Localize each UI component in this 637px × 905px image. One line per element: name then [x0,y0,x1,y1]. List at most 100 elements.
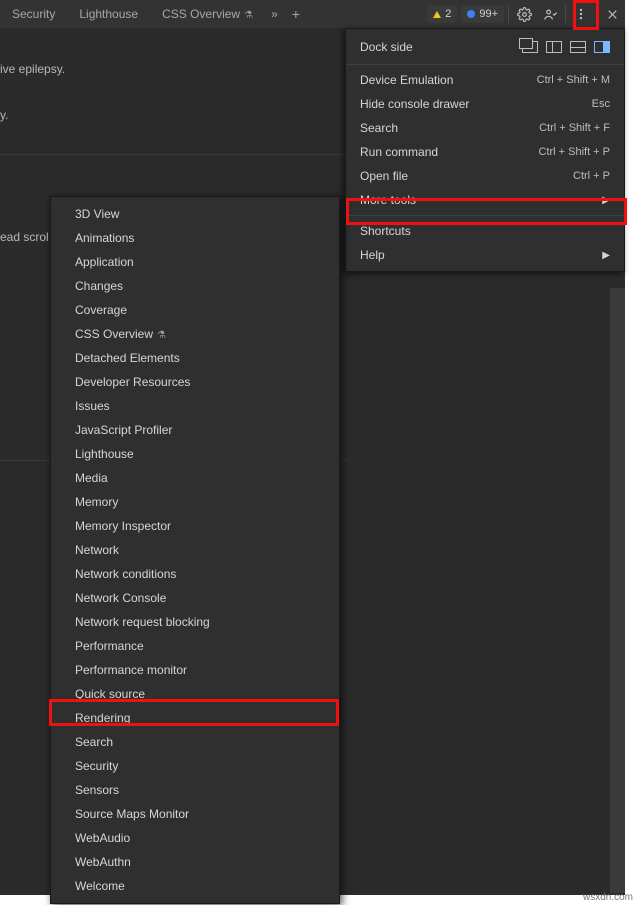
feedback-button[interactable] [537,0,563,28]
submenu-label: Changes [75,279,123,293]
divider [0,154,347,155]
submenu-item-quick-source[interactable]: Quick source [51,682,339,706]
menu-label: Open file [360,169,573,183]
submenu-item-network[interactable]: Network [51,538,339,562]
submenu-label: WebAudio [75,831,130,845]
menu-shortcut: Ctrl + P [573,170,610,182]
menu-open-file[interactable]: Open file Ctrl + P [346,164,624,188]
kebab-menu-button[interactable] [568,0,594,28]
settings-button[interactable] [511,0,537,28]
submenu-item-memory-inspector[interactable]: Memory Inspector [51,514,339,538]
dock-left-icon[interactable] [546,41,562,53]
submenu-item-network-request-blocking[interactable]: Network request blocking [51,610,339,634]
tab-security[interactable]: Security [0,0,67,28]
submenu-label: Network conditions [75,567,176,581]
submenu-label: Lighthouse [75,447,134,461]
bg-text: ead scrol [0,230,49,244]
watermark: wsxdn.com [583,892,633,903]
tab-css-overview[interactable]: CSS Overview⚗ [150,0,265,28]
submenu-label: Performance [75,639,144,653]
dock-right-icon[interactable] [594,41,610,53]
menu-separator [346,215,624,216]
submenu-label: Memory [75,495,118,509]
submenu-item-source-maps-monitor[interactable]: Source Maps Monitor [51,802,339,826]
submenu-item-webauthn[interactable]: WebAuthn [51,850,339,874]
submenu-item-network-console[interactable]: Network Console [51,586,339,610]
menu-device-emulation[interactable]: Device Emulation Ctrl + Shift + M [346,68,624,92]
tab-lighthouse[interactable]: Lighthouse [67,0,150,28]
menu-label: Run command [360,145,538,159]
submenu-item-changes[interactable]: Changes [51,274,339,298]
messages-badge[interactable]: 99+ [461,5,504,23]
user-check-icon [543,7,558,22]
submenu-label: 3D View [75,207,119,221]
dock-undock-icon[interactable] [522,41,538,53]
chevron-right-icon: ▶ [602,195,610,206]
add-tab-button[interactable]: + [284,0,308,28]
bg-text: y. [0,108,8,122]
menu-label: Help [360,248,602,262]
submenu-item-css-overview[interactable]: CSS Overview⚗ [51,322,339,346]
submenu-item-media[interactable]: Media [51,466,339,490]
menu-label: Hide console drawer [360,97,592,111]
dock-side-label: Dock side [360,40,522,54]
submenu-item-issues[interactable]: Issues [51,394,339,418]
menu-search[interactable]: Search Ctrl + Shift + F [346,116,624,140]
menu-separator [346,64,624,65]
submenu-item-detached-elements[interactable]: Detached Elements [51,346,339,370]
menu-label: Search [360,121,539,135]
menu-shortcuts[interactable]: Shortcuts [346,219,624,243]
submenu-item-javascript-profiler[interactable]: JavaScript Profiler [51,418,339,442]
menu-shortcut: Esc [592,98,610,110]
submenu-item-sensors[interactable]: Sensors [51,778,339,802]
submenu-label: Network Console [75,591,166,605]
menu-shortcut: Ctrl + Shift + F [539,122,610,134]
submenu-item-application[interactable]: Application [51,250,339,274]
submenu-label: Detached Elements [75,351,180,365]
scrollbar-track[interactable] [610,288,625,893]
gear-icon [517,7,532,22]
submenu-item-search[interactable]: Search [51,730,339,754]
dock-bottom-icon[interactable] [570,41,586,53]
menu-more-tools[interactable]: More tools ▶ [346,188,624,212]
warnings-badge[interactable]: 2 [427,5,457,23]
menu-run-command[interactable]: Run command Ctrl + Shift + P [346,140,624,164]
close-icon [606,8,619,21]
menu-help[interactable]: Help ▶ [346,243,624,267]
submenu-item-animations[interactable]: Animations [51,226,339,250]
submenu-item-lighthouse[interactable]: Lighthouse [51,442,339,466]
warning-count: 2 [445,8,451,20]
submenu-label: Search [75,735,113,749]
submenu-item-network-conditions[interactable]: Network conditions [51,562,339,586]
more-tabs-button[interactable]: » [265,0,284,28]
more-tools-submenu: 3D View Animations Application Changes Cover… [50,196,340,904]
submenu-label: Application [75,255,134,269]
menu-hide-console[interactable]: Hide console drawer Esc [346,92,624,116]
submenu-item-developer-resources[interactable]: Developer Resources [51,370,339,394]
submenu-item-security[interactable]: Security [51,754,339,778]
submenu-item-memory[interactable]: Memory [51,490,339,514]
submenu-label: Rendering [75,711,130,725]
info-count: 99+ [479,8,498,20]
submenu-label: Performance monitor [75,663,187,677]
warning-triangle-icon [433,11,441,18]
submenu-label: Welcome [75,879,125,893]
tab-label: CSS Overview [162,7,240,21]
submenu-label: JavaScript Profiler [75,423,172,437]
close-devtools-button[interactable] [599,0,625,28]
submenu-item-performance-monitor[interactable]: Performance monitor [51,658,339,682]
submenu-label: Quick source [75,687,145,701]
submenu-item-performance[interactable]: Performance [51,634,339,658]
submenu-item-3d-view[interactable]: 3D View [51,202,339,226]
submenu-item-webaudio[interactable]: WebAudio [51,826,339,850]
info-dot-icon [467,10,475,18]
dock-side-row: Dock side [346,33,624,61]
submenu-item-welcome[interactable]: Welcome [51,874,339,898]
submenu-item-rendering[interactable]: Rendering [51,706,339,730]
submenu-label: Network [75,543,119,557]
divider [596,5,597,23]
submenu-label: Network request blocking [75,615,210,629]
menu-shortcut: Ctrl + Shift + M [537,74,610,86]
bg-text: ive epilepsy. [0,62,65,76]
submenu-item-coverage[interactable]: Coverage [51,298,339,322]
